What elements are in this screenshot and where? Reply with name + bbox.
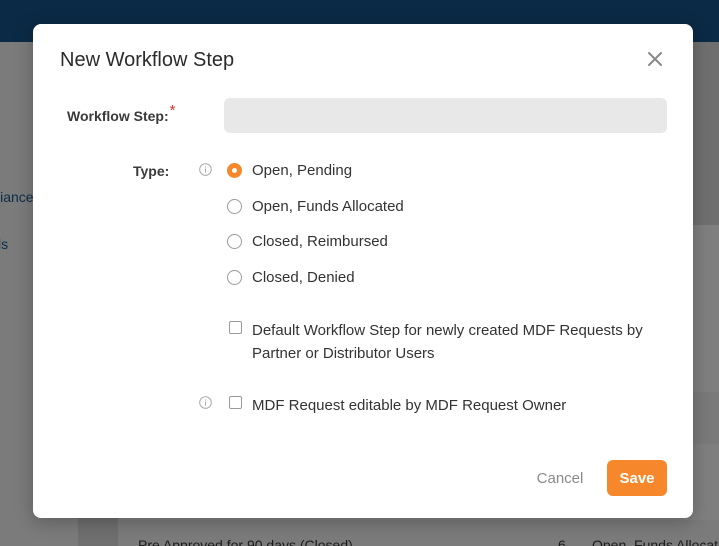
sidebar-item-compliance[interactable]: liance <box>0 189 34 205</box>
required-marker: * <box>169 102 176 119</box>
close-button[interactable] <box>645 49 665 69</box>
sidebar-item-funds[interactable]: ls <box>0 236 8 252</box>
info-icon-glyph <box>199 396 212 409</box>
radio-unselected[interactable] <box>227 270 242 285</box>
default-step-checkbox[interactable] <box>229 321 242 334</box>
info-icon[interactable] <box>199 163 212 176</box>
type-option-label: Closed, Denied <box>252 269 355 286</box>
radio-unselected[interactable] <box>227 199 242 214</box>
row-type: Open, Funds Allocated <box>592 537 719 546</box>
default-step-label: Default Workflow Step for newly created … <box>252 322 643 362</box>
new-workflow-step-dialog: New Workflow Step Workflow Step:* Type: … <box>33 24 693 518</box>
radio-selected[interactable] <box>227 163 242 178</box>
cancel-button[interactable]: Cancel <box>527 460 593 496</box>
info-icon[interactable] <box>199 396 212 409</box>
workflow-step-label: Workflow Step:* <box>67 102 175 125</box>
radio-unselected[interactable] <box>227 234 242 249</box>
type-option-label: Open, Pending <box>252 162 353 179</box>
row-name: Pre Approved for 90 days (Closed) <box>138 537 353 546</box>
info-icon-glyph <box>199 163 212 176</box>
type-option-label: Open, Funds Allocated <box>252 198 404 215</box>
row-count: 6 <box>558 537 566 546</box>
save-button[interactable]: Save <box>607 460 667 496</box>
editable-by-owner-label: MDF Request editable by MDF Request Owne… <box>252 397 567 414</box>
table-row-stripe <box>690 392 719 444</box>
table-row[interactable]: Pre Approved for 90 days (Closed) 6 Open… <box>118 520 719 546</box>
type-label: Type: <box>133 163 170 179</box>
editable-by-owner-checkbox[interactable] <box>229 396 242 409</box>
workflow-step-label-text: Workflow Step: <box>67 108 169 124</box>
workflow-step-input[interactable] <box>224 98 667 133</box>
close-icon <box>648 52 662 66</box>
dialog-title: New Workflow Step <box>60 49 235 71</box>
type-option-label: Closed, Reimbursed <box>252 233 388 250</box>
